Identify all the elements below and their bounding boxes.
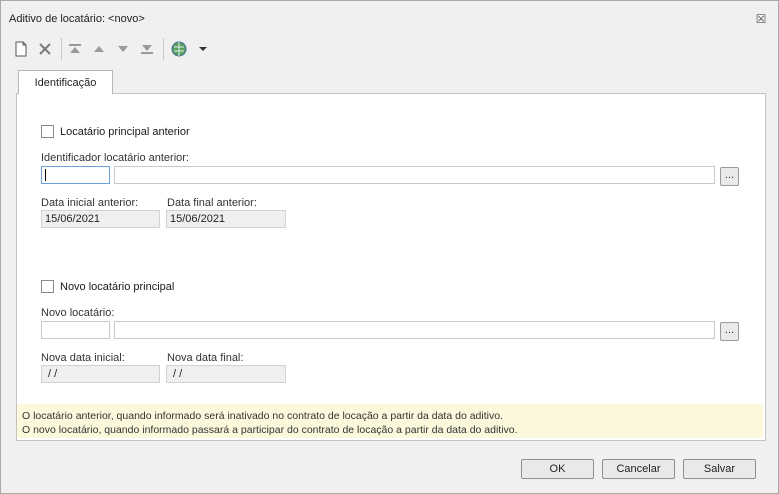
new-tenant-checkbox[interactable] [41,280,54,293]
new-tenant-checkbox-label: Novo locatário principal [60,280,175,293]
previous-tenant-checkbox[interactable] [41,125,54,138]
new-start-date-label: Nova data inicial: [41,352,125,364]
previous-tenant-checkbox-row[interactable]: Locatário principal anterior [41,125,190,138]
previous-identifier-label: Identificador locatário anterior: [41,152,189,164]
info-line-2: O novo locatário, quando informado passa… [22,424,518,436]
delete-icon[interactable] [35,39,55,59]
new-document-icon[interactable] [11,39,31,59]
close-icon[interactable]: ☒ [754,12,768,26]
toolbar-separator [61,38,62,60]
title-bar: Aditivo de locatário: <novo> ☒ [1,1,778,35]
info-line-1: O locatário anterior, quando informado s… [22,410,503,422]
new-tenant-lookup-button[interactable]: ... [720,322,739,341]
save-button[interactable]: Salvar [683,459,756,479]
ok-button[interactable]: OK [521,459,594,479]
info-box: O locatário anterior, quando informado s… [17,404,763,438]
ok-button-label: OK [549,463,566,475]
new-end-date-label: Nova data final: [167,352,244,364]
globe-icon[interactable] [169,39,189,59]
toolbar [9,36,769,62]
new-tenant-checkbox-row[interactable]: Novo locatário principal [41,280,174,293]
cancel-button-label: Cancelar [616,463,661,475]
previous-end-date-field: 15/06/2021 [166,210,286,228]
toolbar-separator [163,38,164,60]
previous-identifier-lookup-button[interactable]: ... [720,167,739,186]
save-button-label: Salvar [703,463,736,475]
dropdown-arrow-icon[interactable] [193,39,213,59]
next-record-icon[interactable] [113,39,133,59]
dialog-window: Aditivo de locatário: <novo> ☒ Identific… [0,0,779,494]
text-caret [45,169,46,181]
previous-identifier-name-input[interactable] [114,166,715,184]
new-start-date-field: / / [41,365,160,383]
new-tenant-label: Novo locatário: [41,307,115,319]
identification-panel: Locatário principal anterior Identificad… [16,93,766,441]
window-title: Aditivo de locatário: <novo> [9,13,145,25]
cancel-button[interactable]: Cancelar [602,459,675,479]
previous-start-date-label: Data inicial anterior: [41,197,139,209]
previous-tenant-checkbox-label: Locatário principal anterior [60,125,190,138]
previous-end-date-label: Data final anterior: [167,197,257,209]
new-end-date-field: / / [166,365,286,383]
first-record-icon[interactable] [65,39,85,59]
new-tenant-code-input[interactable] [41,321,110,339]
previous-start-date-field: 15/06/2021 [41,210,160,228]
previous-record-icon[interactable] [89,39,109,59]
new-tenant-name-input[interactable] [114,321,715,339]
tab-identificacao[interactable]: Identificação [18,70,113,94]
last-record-icon[interactable] [137,39,157,59]
previous-identifier-code-input[interactable] [41,166,110,184]
